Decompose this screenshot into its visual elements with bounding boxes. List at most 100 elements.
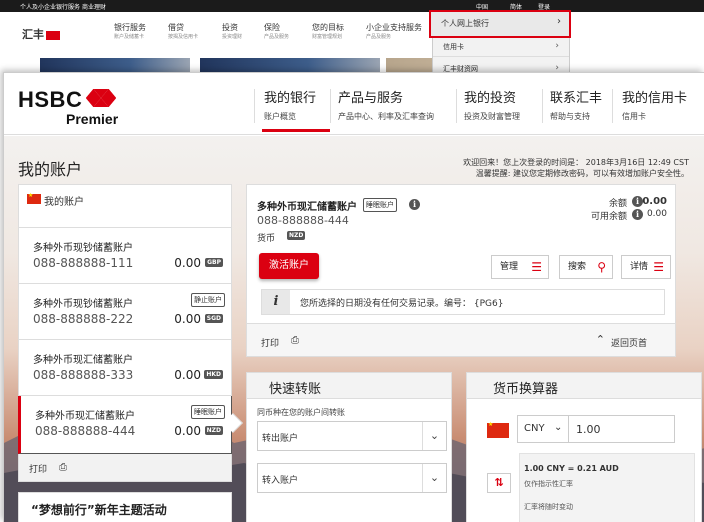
currency-select[interactable]: CNY xyxy=(524,423,545,434)
balance-label: 余额 xyxy=(608,199,627,209)
bg-nav-insurance[interactable]: 保险 产品及服务 xyxy=(264,22,289,40)
printer-icon: ⎙ xyxy=(59,462,67,473)
nav-active-indicator xyxy=(262,129,330,132)
manage-button[interactable]: 管理 ☰ xyxy=(491,255,549,279)
account-name: 多种外币现汇储蓄账户 xyxy=(35,411,135,422)
accounts-print[interactable]: 打印 ⎙ xyxy=(18,454,232,482)
logo-hsbc[interactable]: HSBC xyxy=(18,87,82,113)
available-balance-label: 可用余额 xyxy=(590,212,627,222)
header: HSBC Premier 我的银行 账户概览 产品与服务 产品中心、利率及汇率查询 … xyxy=(4,73,704,135)
bg-nav-invest[interactable]: 投资 投资理财 xyxy=(222,22,242,40)
print-link[interactable]: 打印 xyxy=(261,336,279,349)
dropdown-item-personal-banking[interactable]: 个人网上银行 › xyxy=(429,10,571,38)
details-button[interactable]: 详情 ☰ xyxy=(621,255,671,279)
quick-transfer-title: 快速转账 xyxy=(247,373,451,399)
back-to-top-link[interactable]: 返回页首 xyxy=(611,336,647,349)
currency-badge: HKD xyxy=(204,370,223,379)
currency-badge: GBP xyxy=(205,258,223,267)
promo-box[interactable]: “梦想前行”新年主题活动 xyxy=(18,492,232,522)
nav-my-bank[interactable]: 我的银行 账户概览 xyxy=(264,87,316,122)
nav-products[interactable]: 产品与服务 产品中心、利率及汇率查询 xyxy=(338,87,434,122)
account-number: 088-888888-111 xyxy=(33,256,134,270)
account-name: 多种外币现汇储蓄账户 xyxy=(33,355,133,366)
currency-badge: SGD xyxy=(204,314,223,323)
content-area: 我的账户 欢迎回来！您上次登录的时间是： 2018年3月16日 12:49 CS… xyxy=(4,136,704,522)
chevron-up-icon[interactable]: ⌃ xyxy=(596,333,605,346)
list-icon: ☰ xyxy=(653,260,664,274)
manage-label: 管理 xyxy=(500,262,519,272)
account-status-tag: 睡眠账户 xyxy=(191,405,225,419)
rate-result: 1.00 CNY = 0.21 AUD 仅作指示性汇率 汇率将随时变动 xyxy=(519,453,695,522)
background-top-bar: 个人及小企业银行服务 商业理财 中国 简体 登录 xyxy=(0,0,704,12)
message-text: 您所选择的日期没有任何交易记录。编号： {PG6} xyxy=(300,299,504,309)
dropdown-item-label: 个人网上银行 xyxy=(441,19,489,28)
rate-note: 仅作指示性汇率 xyxy=(524,480,573,488)
account-number: 088-888888-333 xyxy=(33,368,134,382)
nav-separator xyxy=(456,89,457,123)
accounts-panel-header: 我的账户 xyxy=(18,184,232,228)
account-name: 多种外币现钞储蓄账户 xyxy=(33,243,133,254)
nav-credit-card[interactable]: 我的信用卡 信用卡 xyxy=(622,87,687,122)
nav-separator xyxy=(612,89,613,123)
nav-contact[interactable]: 联系汇丰 帮助与支持 xyxy=(550,87,602,122)
from-account-select[interactable]: 转出账户 ⌄ xyxy=(257,421,447,451)
to-account-select[interactable]: 转入账户 ⌄ xyxy=(257,463,447,493)
nav-separator xyxy=(254,89,255,123)
hsbc-hexagon-icon xyxy=(86,89,116,107)
account-name: 多种外币现钞储蓄账户 xyxy=(33,299,133,310)
divider xyxy=(568,416,569,442)
hsbc-hexagon-icon xyxy=(46,30,60,40)
currency-converter-panel: 货币换算器 CNY ⌄ 1.00 ⇅ 1.00 CNY = 0.21 AUD 仅… xyxy=(466,372,702,522)
chevron-down-icon: ⌄ xyxy=(554,422,563,433)
converter-title: 货币换算器 xyxy=(467,373,701,399)
quick-transfer-panel: 快速转账 同币种在您的账户间转账 转出账户 ⌄ 转入账户 ⌄ xyxy=(246,372,452,522)
currency-badge: NZD xyxy=(204,426,223,435)
chevron-right-icon: › xyxy=(555,41,559,51)
info-icon: i xyxy=(262,290,290,314)
promo-title: “梦想前行”新年主题活动 xyxy=(31,503,167,517)
bg-nav-loans[interactable]: 借贷 按揭及信用卡 xyxy=(168,22,198,40)
account-balance: 0.00 xyxy=(174,312,201,326)
account-item[interactable]: 多种外币现钞储蓄账户 静止账户 088-888888-222 0.00 SGD xyxy=(18,284,232,340)
detail-footer: 打印 ⎙ ⌃ 返回页首 xyxy=(247,323,675,356)
account-balance: 0.00 xyxy=(174,256,201,270)
search-button[interactable]: 搜索 ⚲ xyxy=(559,255,613,279)
to-account-placeholder: 转入账户 xyxy=(262,476,299,486)
amount-field[interactable]: 1.00 xyxy=(576,423,601,436)
accounts-panel-title: 我的账户 xyxy=(44,197,84,208)
security-reminder-text: 温馨提醒: 建议您定期修改密码，可以有效增加账户安全性。 xyxy=(475,169,689,178)
last-login-text: 欢迎回来！您上次登录的时间是： 2018年3月16日 12:49 CST xyxy=(463,158,689,167)
account-balance: 0.00 xyxy=(174,368,201,382)
bg-nav-sme[interactable]: 小企业支持服务 产品及服务 xyxy=(366,22,422,40)
activate-account-button[interactable]: 激活账户 xyxy=(259,253,319,279)
from-account-placeholder: 转出账户 xyxy=(262,434,299,444)
quick-transfer-subtitle: 同币种在您的账户间转账 xyxy=(257,408,345,417)
search-icon: ⚲ xyxy=(597,260,606,274)
account-detail-panel: 多种外币现汇储蓄账户 睡眠账户 i 088-888888-444 货币 NZD … xyxy=(246,184,676,357)
chevron-right-icon: › xyxy=(557,16,561,27)
bg-nav-banking[interactable]: 银行服务 账户及储蓄卡 xyxy=(114,22,146,40)
rate-note-2: 汇率将随时变动 xyxy=(524,503,573,511)
menu-icon: ☰ xyxy=(531,260,542,274)
swap-currency-button[interactable]: ⇅ xyxy=(487,473,511,493)
account-item[interactable]: 多种外币现汇储蓄账户 088-888888-333 0.00 HKD xyxy=(18,340,232,396)
print-label: 打印 xyxy=(29,465,48,475)
dropdown-item-credit-card[interactable]: 信用卡 › xyxy=(433,36,569,57)
printer-icon[interactable]: ⎙ xyxy=(291,335,299,346)
account-item-selected[interactable]: 多种外币现汇储蓄账户 睡眠账户 088-888888-444 0.00 NZD xyxy=(18,396,243,454)
bg-nav-goals[interactable]: 您的目标 财富管理规划 xyxy=(312,22,344,40)
currency-amount-input[interactable]: CNY ⌄ 1.00 xyxy=(517,415,675,443)
account-item[interactable]: 多种外币现钞储蓄账户 088-888888-111 0.00 GBP xyxy=(18,228,232,284)
accounts-panel: 我的账户 多种外币现钞储蓄账户 088-888888-111 0.00 GBP … xyxy=(18,184,243,522)
info-icon[interactable]: i xyxy=(409,199,420,210)
account-balance: 0.00 xyxy=(174,424,201,438)
detail-status-tag: 睡眠账户 xyxy=(363,198,397,212)
nav-separator xyxy=(330,89,331,123)
nav-separator xyxy=(542,89,543,123)
china-flag-icon xyxy=(27,192,41,204)
nav-investment[interactable]: 我的投资 投资及财富管理 xyxy=(464,87,520,122)
bg-link-commercial[interactable]: 商业理财 xyxy=(82,2,106,11)
bg-link-personal[interactable]: 个人及小企业银行服务 xyxy=(20,2,80,11)
detail-account-name: 多种外币现汇储蓄账户 xyxy=(257,202,357,213)
info-icon[interactable]: i xyxy=(632,209,643,220)
